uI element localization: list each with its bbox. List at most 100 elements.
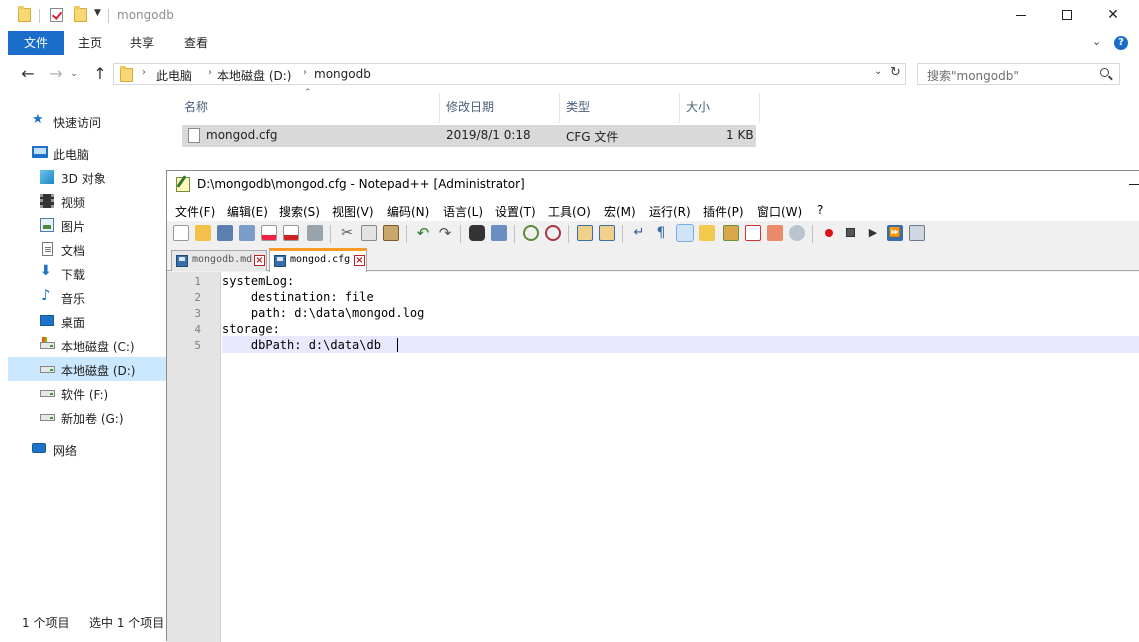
sidebar-item-documents[interactable]: 文档 — [8, 237, 166, 261]
sidebar-item-desktop[interactable]: 桌面 — [8, 309, 166, 333]
chevron-right-icon[interactable]: › — [142, 67, 146, 78]
save-all-icon[interactable] — [239, 225, 255, 241]
sidebar-item-drive-c[interactable]: 本地磁盘 (C:) — [8, 333, 166, 357]
open-file-icon[interactable] — [195, 225, 211, 241]
close-all-icon[interactable] — [283, 225, 299, 241]
menu-tools[interactable]: 工具(O) — [548, 203, 591, 220]
search-input[interactable]: 搜索"mongodb" — [917, 63, 1120, 85]
close-file-icon[interactable] — [261, 225, 277, 241]
undo-icon[interactable]: ↶ — [415, 225, 431, 241]
sidebar-item-downloads[interactable]: ⬇ 下载 — [8, 261, 166, 285]
menu-file[interactable]: 文件(F) — [175, 203, 215, 220]
new-file-icon[interactable] — [173, 225, 189, 241]
save-icon[interactable] — [217, 225, 233, 241]
recent-locations-chevron-icon[interactable]: ⌄ — [68, 64, 80, 84]
sidebar-item-this-pc[interactable]: 此电脑 — [8, 141, 166, 165]
save-macro-icon[interactable] — [909, 225, 925, 241]
word-wrap-icon[interactable]: ↵ — [631, 225, 647, 241]
chevron-down-icon[interactable]: ⌄ — [874, 66, 882, 77]
play-macro-icon[interactable]: ▶ — [865, 225, 881, 241]
sync-vertical-icon[interactable] — [577, 225, 593, 241]
column-divider[interactable] — [759, 93, 760, 123]
find-icon[interactable] — [469, 225, 485, 241]
sidebar-item-drive-g[interactable]: 新加卷 (G:) — [8, 405, 166, 429]
breadcrumb-drive-d[interactable]: 本地磁盘 (D:) — [217, 67, 291, 84]
run-macro-multiple-icon[interactable]: ⏩ — [887, 225, 903, 241]
menu-run[interactable]: 运行(R) — [649, 203, 691, 220]
help-icon[interactable]: ? — [1114, 36, 1128, 50]
close-tab-icon[interactable]: × — [354, 255, 365, 266]
sidebar-item-quick-access[interactable]: ★ 快速访问 — [8, 109, 166, 133]
copy-icon[interactable] — [361, 225, 377, 241]
show-all-characters-icon[interactable]: ¶ — [653, 225, 669, 241]
column-divider[interactable] — [559, 93, 560, 123]
sidebar-item-network[interactable]: 网络 — [8, 437, 166, 461]
tab-file[interactable]: 文件 — [8, 31, 64, 55]
column-divider[interactable] — [679, 93, 680, 123]
sidebar-item-drive-d[interactable]: 本地磁盘 (D:) — [8, 357, 166, 381]
column-header-size[interactable]: 大小 — [686, 98, 710, 118]
chevron-right-icon[interactable]: › — [303, 67, 307, 78]
menu-window[interactable]: 窗口(W) — [757, 203, 802, 220]
address-bar[interactable]: › 此电脑 › 本地磁盘 (D:) › mongodb ⌄ ↻ — [113, 63, 906, 85]
zoom-out-icon[interactable] — [545, 225, 561, 241]
tab-mongod-cfg[interactable]: mongod.cfg × — [269, 248, 367, 272]
forward-button[interactable]: → — [46, 64, 66, 84]
tab-share[interactable]: 共享 — [120, 31, 164, 55]
menu-macro[interactable]: 宏(M) — [604, 203, 636, 220]
menu-language[interactable]: 语言(L) — [443, 203, 483, 220]
sidebar-item-pictures[interactable]: 图片 — [8, 213, 166, 237]
refresh-icon[interactable]: ↻ — [890, 65, 901, 80]
zoom-in-icon[interactable] — [523, 225, 539, 241]
sidebar-item-drive-f[interactable]: 软件 (F:) — [8, 381, 166, 405]
breadcrumb-mongodb[interactable]: mongodb — [314, 67, 371, 81]
tab-view[interactable]: 查看 — [174, 31, 218, 55]
cut-icon[interactable]: ✂ — [339, 225, 355, 241]
sidebar-item-music[interactable]: ♪ 音乐 — [8, 285, 166, 309]
replace-icon[interactable] — [491, 225, 507, 241]
code-editor[interactable]: 1 2 3 4 5 systemLog: destination: file p… — [167, 272, 1139, 642]
minimize-icon[interactable] — [1129, 184, 1139, 185]
minimize-button[interactable] — [998, 0, 1044, 31]
record-macro-icon[interactable] — [821, 225, 837, 241]
document-map-icon[interactable] — [723, 225, 739, 241]
search-icon[interactable] — [1100, 68, 1109, 77]
expand-ribbon-icon[interactable]: ⌄ — [1092, 35, 1101, 48]
menu-encoding[interactable]: 编码(N) — [387, 203, 429, 220]
menu-plugins[interactable]: 插件(P) — [703, 203, 744, 220]
column-header-type[interactable]: 类型 — [566, 98, 590, 118]
menu-edit[interactable]: 编辑(E) — [227, 203, 268, 220]
menu-settings[interactable]: 设置(T) — [495, 203, 536, 220]
menu-view[interactable]: 视图(V) — [332, 203, 374, 220]
menu-help[interactable]: ? — [817, 203, 823, 217]
table-row[interactable]: mongod.cfg 2019/8/1 0:18 CFG 文件 1 KB — [182, 125, 756, 147]
tab-mongodb-md[interactable]: mongodb.md × — [171, 250, 267, 271]
column-header-name[interactable]: 名称 — [184, 98, 208, 118]
breadcrumb-this-pc[interactable]: 此电脑 — [156, 67, 192, 84]
indent-guide-icon[interactable] — [676, 224, 694, 242]
print-icon[interactable] — [307, 225, 323, 241]
close-tab-icon[interactable]: × — [254, 255, 265, 266]
new-folder-icon[interactable] — [74, 6, 87, 22]
menu-search[interactable]: 搜索(S) — [279, 203, 320, 220]
chevron-right-icon[interactable]: › — [208, 67, 212, 78]
column-header-modified[interactable]: 修改日期 — [446, 98, 494, 118]
column-divider[interactable] — [439, 93, 440, 123]
monitoring-icon[interactable] — [789, 225, 805, 241]
sidebar-item-videos[interactable]: 视频 — [8, 189, 166, 213]
up-button[interactable]: ↑ — [90, 64, 110, 84]
folder-as-workspace-icon[interactable] — [767, 225, 783, 241]
close-button[interactable]: ✕ — [1090, 0, 1136, 31]
redo-icon[interactable]: ↷ — [437, 225, 453, 241]
back-button[interactable]: ← — [18, 64, 38, 84]
sidebar-item-3d-objects[interactable]: 3D 对象 — [8, 165, 166, 189]
properties-icon[interactable] — [50, 8, 63, 22]
stop-macro-icon[interactable] — [843, 225, 859, 241]
sync-horizontal-icon[interactable] — [599, 225, 615, 241]
customize-quick-access-icon[interactable]: ▼ — [94, 8, 101, 18]
user-defined-language-icon[interactable] — [699, 225, 715, 241]
function-list-icon[interactable] — [745, 225, 761, 241]
tab-home[interactable]: 主页 — [68, 31, 112, 55]
paste-icon[interactable] — [383, 225, 399, 241]
maximize-button[interactable] — [1044, 0, 1090, 31]
